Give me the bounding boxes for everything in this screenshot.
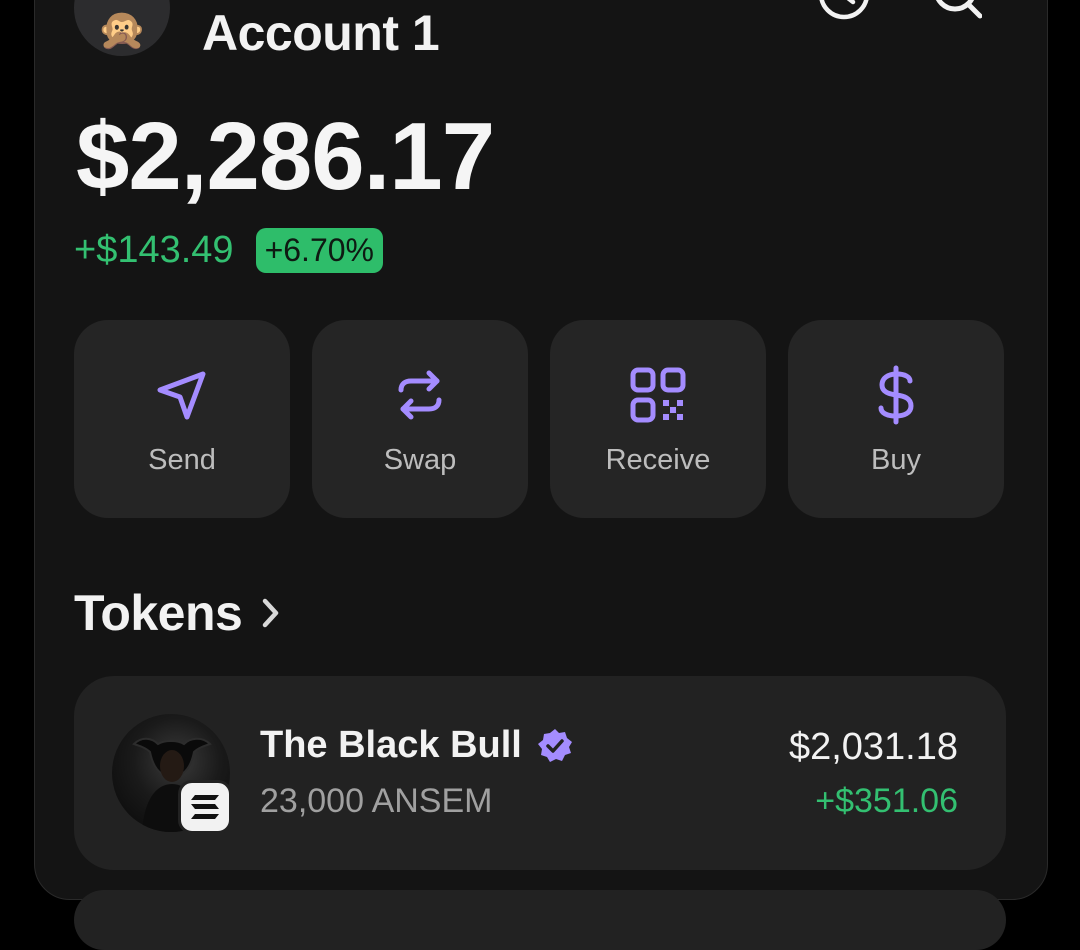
change-percent-badge: +6.70% [255, 228, 383, 273]
solana-icon [191, 795, 219, 819]
receive-button[interactable]: Receive [550, 320, 766, 518]
dollar-icon [878, 365, 914, 425]
tokens-section-header[interactable]: Tokens [74, 584, 282, 642]
verified-badge-icon [537, 728, 572, 762]
token-row[interactable] [74, 890, 1006, 950]
qr-code-icon [630, 367, 686, 423]
receive-label: Receive [605, 444, 711, 476]
send-label: Send [148, 444, 216, 476]
search-icon[interactable] [930, 0, 982, 30]
avatar-emoji: 🙊 [97, 8, 147, 52]
history-clock-icon[interactable] [818, 0, 870, 30]
total-balance: $2,286.17 [76, 103, 495, 210]
swap-button[interactable]: Swap [312, 320, 528, 518]
solana-chain-badge [178, 780, 232, 834]
token-row[interactable]: The Black Bull 23,000 ANSEM $2,031.18 +$… [74, 676, 1006, 870]
action-buttons: Send Swap Receive Buy [74, 320, 1004, 518]
send-icon [157, 371, 206, 420]
swap-label: Swap [383, 444, 457, 476]
change-amount: +$143.49 [74, 229, 234, 271]
buy-label: Buy [871, 444, 921, 476]
swap-icon [398, 370, 442, 420]
buy-button[interactable]: Buy [788, 320, 1004, 518]
tokens-title: Tokens [74, 585, 243, 641]
token-amount: 23,000 ANSEM [260, 782, 493, 820]
token-change: +$351.06 [815, 782, 958, 820]
token-name: The Black Bull [260, 724, 522, 766]
balance-change-row: +$143.49 +6.70% [74, 228, 383, 273]
account-name[interactable]: Account 1 [202, 4, 440, 62]
send-button[interactable]: Send [74, 320, 290, 518]
token-name-row: The Black Bull [260, 724, 574, 767]
token-value: $2,031.18 [788, 726, 958, 768]
chevron-right-icon [263, 598, 279, 628]
